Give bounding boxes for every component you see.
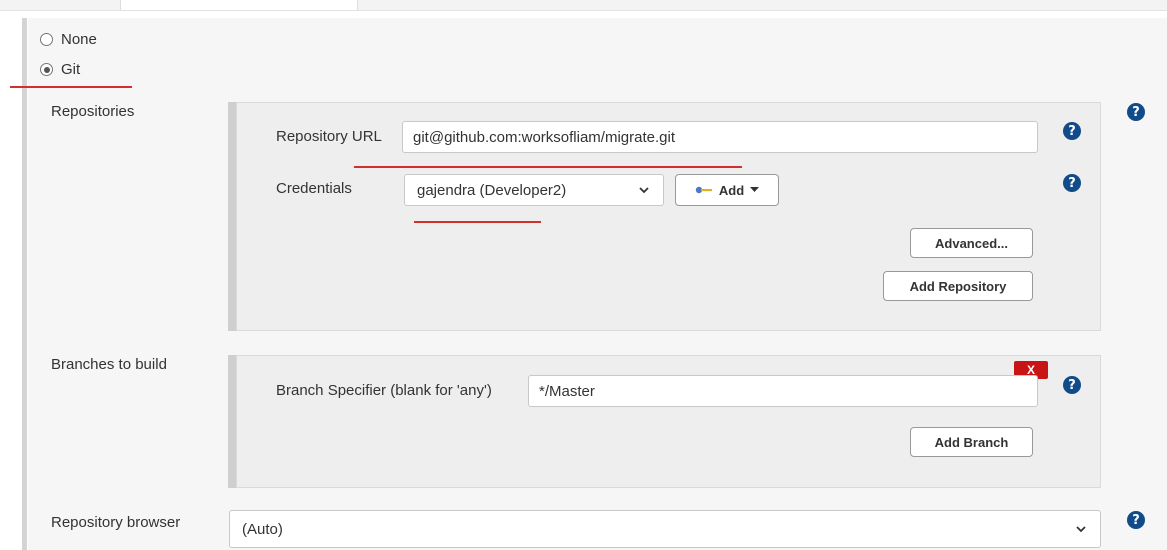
repository-url-help-icon[interactable]: ? — [1063, 122, 1081, 140]
annotation-underline-git — [10, 86, 132, 88]
active-tab — [120, 0, 358, 10]
credentials-label: Credentials — [276, 180, 352, 197]
credentials-select[interactable]: gajendra (Developer2) — [404, 174, 664, 206]
repository-browser-label: Repository browser — [51, 514, 181, 531]
branch-specifier-label: Branch Specifier (blank for 'any') — [276, 382, 492, 399]
repository-url-value: git@github.com:worksofliam/migrate.git — [413, 128, 675, 146]
radio-option-git[interactable]: Git — [40, 61, 80, 78]
repository-browser-value: (Auto) — [242, 520, 283, 538]
repository-browser-select[interactable]: (Auto) — [229, 510, 1101, 548]
repositories-label: Repositories — [51, 103, 135, 120]
chevron-down-icon — [639, 187, 649, 194]
branch-specifier-help-icon[interactable]: ? — [1063, 376, 1081, 394]
annotation-underline-url — [354, 166, 742, 168]
branches-to-build-label: Branches to build — [51, 356, 167, 373]
radio-none-label: None — [61, 31, 97, 48]
annotation-underline-credentials — [414, 221, 541, 223]
repository-url-input[interactable]: git@github.com:worksofliam/migrate.git — [402, 121, 1038, 153]
radio-none[interactable] — [40, 33, 53, 46]
section-rail — [22, 18, 27, 550]
credentials-help-icon[interactable]: ? — [1063, 174, 1081, 192]
add-credentials-button[interactable]: Add — [675, 174, 779, 206]
repositories-panel-bar — [228, 102, 236, 331]
radio-option-none[interactable]: None — [40, 31, 97, 48]
credentials-value: gajendra (Developer2) — [417, 181, 567, 199]
add-repository-button[interactable]: Add Repository — [883, 271, 1033, 301]
radio-git-label: Git — [61, 61, 81, 78]
branch-specifier-value: */Master — [539, 382, 595, 400]
add-branch-button[interactable]: Add Branch — [910, 427, 1033, 457]
branches-panel-bar — [228, 355, 236, 488]
radio-git[interactable] — [40, 63, 53, 76]
chevron-down-icon — [1076, 526, 1086, 533]
add-credentials-label: Add — [718, 182, 745, 198]
repositories-help-icon[interactable]: ? — [1127, 103, 1145, 121]
repository-browser-help-icon[interactable]: ? — [1127, 511, 1145, 529]
key-icon — [695, 186, 712, 194]
caret-down-icon — [750, 187, 760, 192]
branch-specifier-input[interactable]: */Master — [528, 375, 1038, 407]
advanced-button[interactable]: Advanced... — [910, 228, 1033, 258]
repository-url-label: Repository URL — [276, 128, 382, 145]
